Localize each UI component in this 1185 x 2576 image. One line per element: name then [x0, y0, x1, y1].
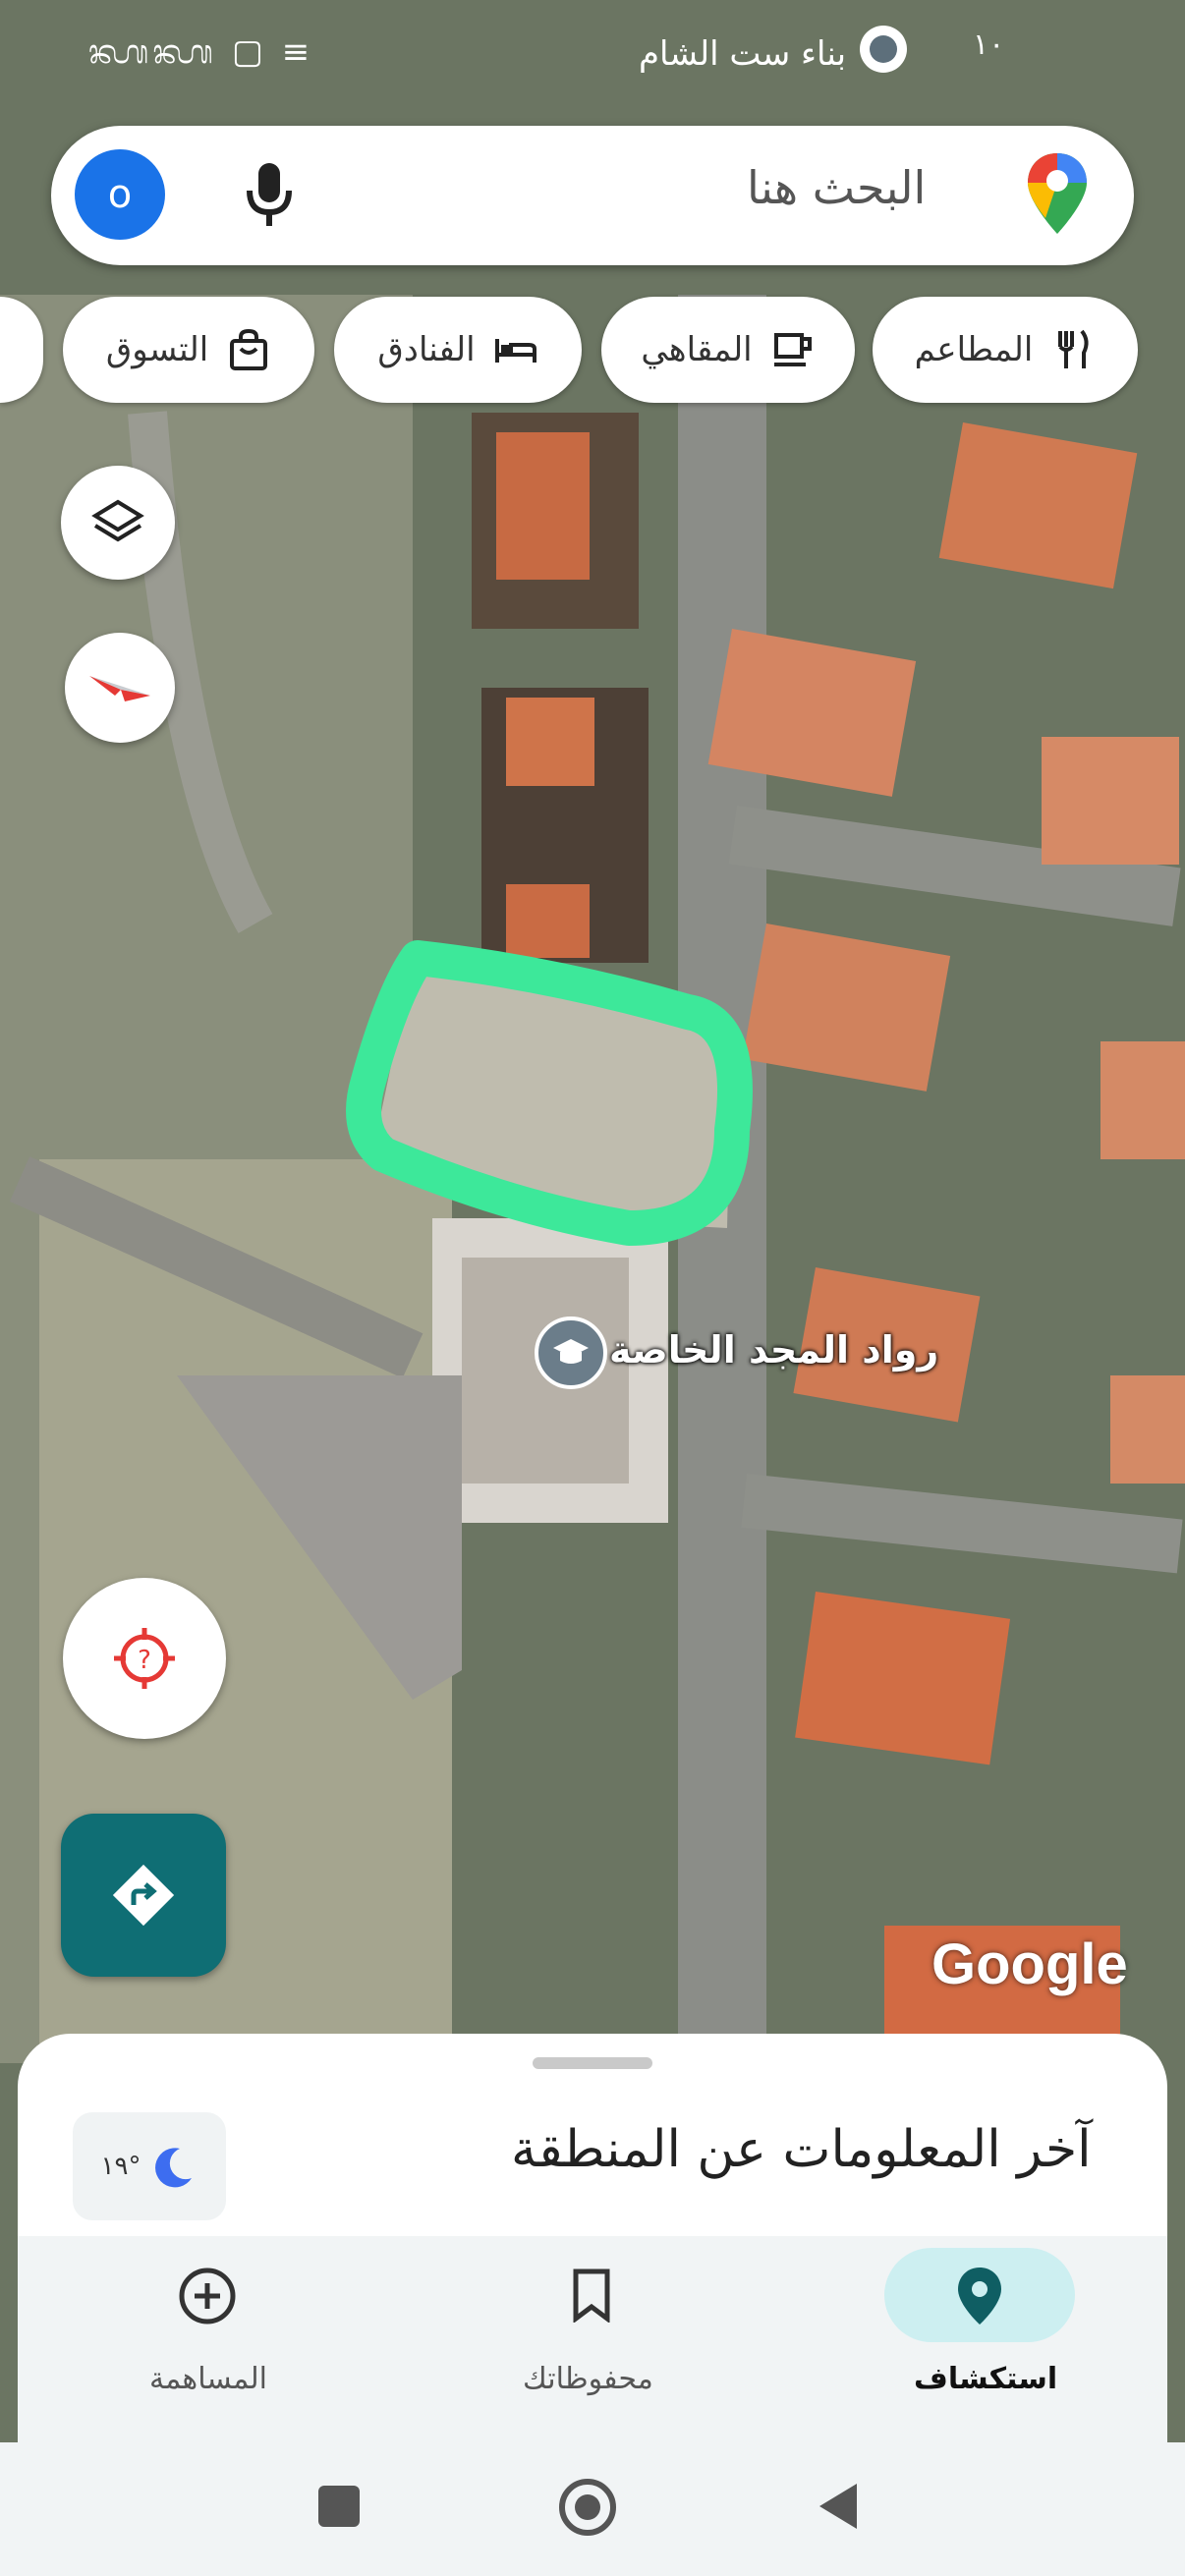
chip-hotels-label: الفنادق	[377, 330, 476, 369]
location-pin-icon	[958, 2268, 1001, 2324]
fork-knife-icon	[1058, 329, 1089, 368]
status-place: بناء ست الشام	[639, 22, 911, 85]
chip-hotels[interactable]: الفنادق	[334, 297, 582, 403]
nav-saved-label: محفوظاتك	[523, 2362, 653, 2396]
bookmark-icon	[573, 2268, 610, 2323]
weather-chip[interactable]: ١٩°	[73, 2112, 226, 2220]
school-poi-label[interactable]: رواد المجد الخاصة	[609, 1328, 938, 1372]
chip-restaurants[interactable]: المطاعم	[873, 297, 1138, 403]
moon-icon	[155, 2148, 193, 2188]
directions-button[interactable]	[61, 1814, 226, 1977]
chip-cafes-label: المقاهي	[641, 330, 753, 369]
chip-shopping[interactable]: التسوق	[63, 297, 314, 403]
home-circle-icon[interactable]	[556, 2476, 619, 2539]
google-maps-logo-icon	[1028, 153, 1087, 234]
chip-cafes[interactable]: المقاهي	[601, 297, 855, 403]
google-watermark: Google	[931, 1932, 1128, 1996]
location-target-icon: ?	[114, 1628, 175, 1689]
nav-explore-label: استكشاف	[914, 2362, 1058, 2396]
school-poi-pin[interactable]	[535, 1316, 607, 1389]
coffee-cup-icon	[773, 333, 812, 366]
sheet-drag-handle[interactable]	[533, 2057, 652, 2069]
chip-restaurants-label: المطاعم	[914, 330, 1034, 369]
status-time: ١٠	[973, 28, 1005, 62]
search-input[interactable]: البحث هنا	[747, 161, 926, 214]
status-bar: ᭆᭆ ▢ ≡ بناء ست الشام ١٠	[0, 0, 1185, 108]
avatar[interactable]: o	[75, 149, 165, 240]
avatar-letter: o	[107, 172, 133, 217]
compass-button[interactable]	[65, 633, 175, 743]
chip-shopping-label: التسوق	[105, 330, 209, 369]
svg-text:?: ?	[138, 1646, 151, 1675]
status-place-label: بناء ست الشام	[639, 33, 847, 74]
status-system-icons: ᭆᭆ ▢ ≡	[88, 32, 314, 72]
search-bar[interactable]	[51, 126, 1134, 265]
sheet-title: آخر المعلومات عن المنطقة	[511, 2120, 1092, 2179]
back-triangle-icon[interactable]	[816, 2480, 863, 2533]
recents-square-icon[interactable]	[314, 2482, 364, 2531]
directions-icon	[112, 1864, 175, 1927]
compass-icon	[89, 676, 150, 701]
shopping-bag-icon	[230, 328, 268, 370]
add-circle-icon	[179, 2268, 236, 2324]
microphone-icon[interactable]	[240, 159, 299, 230]
nav-contribute-label: المساهمة	[149, 2362, 267, 2396]
my-location-button[interactable]: ?	[63, 1578, 226, 1739]
school-icon	[553, 1339, 589, 1364]
weather-temp: ١٩°	[100, 2152, 141, 2181]
layers-icon	[91, 499, 144, 542]
bed-icon	[494, 339, 536, 363]
map-pin-icon	[856, 22, 911, 85]
layers-button[interactable]	[61, 466, 175, 580]
